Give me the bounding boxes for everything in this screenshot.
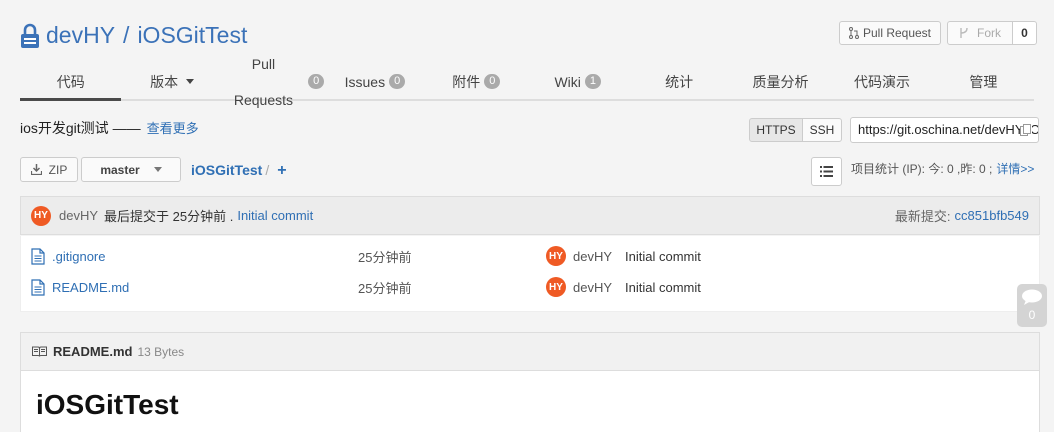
file-author-link[interactable]: devHY bbox=[573, 280, 612, 295]
tab-quality-label: 质量分析 bbox=[752, 73, 809, 90]
tab-issues[interactable]: Issues 0 bbox=[324, 64, 425, 99]
tab-stats-label: 统计 bbox=[665, 73, 694, 90]
wiki-count-badge: 1 bbox=[584, 74, 602, 89]
list-item: .gitignore 25分钟前 HY devHY Initial commit bbox=[21, 241, 1039, 271]
tab-manage[interactable]: 管理 bbox=[933, 64, 1034, 99]
avatar[interactable]: HY bbox=[546, 246, 566, 266]
stats-details-link[interactable]: 详情>> bbox=[996, 162, 1034, 176]
caret-down-icon bbox=[186, 79, 195, 84]
clone-url-text: https://git.oschina.net/devHY/iOSGitTest… bbox=[858, 122, 1038, 137]
speech-bubble-icon bbox=[1022, 289, 1042, 305]
file-commit-info: HY devHY Initial commit bbox=[546, 277, 701, 297]
file-list: .gitignore 25分钟前 HY devHY Initial commit… bbox=[20, 236, 1040, 312]
file-name-link[interactable]: .gitignore bbox=[52, 249, 105, 264]
repo-owner-link[interactable]: devHY bbox=[46, 22, 115, 49]
readme-heading: iOSGitTest bbox=[36, 389, 179, 420]
attachments-count-badge: 0 bbox=[484, 74, 501, 89]
file-time: 25分钟前 bbox=[358, 249, 412, 265]
pull-requests-count-badge: 0 bbox=[308, 74, 325, 89]
zip-download-button[interactable]: ZIP bbox=[20, 157, 78, 182]
tab-code[interactable]: 代码 bbox=[20, 64, 122, 101]
repo-nav: 代码 版本 Pull Requests 0 Issues 0 附件 0 Wiki 1 统… bbox=[20, 56, 1034, 108]
tab-wiki[interactable]: Wiki 1 bbox=[527, 64, 628, 99]
list-icon bbox=[820, 166, 833, 177]
repo-title: devHY / iOSGitTest bbox=[20, 22, 247, 49]
pull-request-label: Pull Request bbox=[862, 26, 932, 40]
comment-count: 0 bbox=[1028, 308, 1036, 322]
list-item: README.md 25分钟前 HY devHY Initial commit bbox=[21, 272, 1039, 302]
file-icon bbox=[31, 278, 45, 296]
description-more-link[interactable]: 查看更多 bbox=[147, 121, 199, 136]
readme-filename: README.md bbox=[53, 344, 133, 359]
breadcrumb: iOSGitTest / + bbox=[191, 162, 287, 180]
commit-author-link[interactable]: devHY bbox=[59, 208, 98, 223]
file-entry[interactable]: README.md bbox=[31, 278, 129, 296]
clone-url-field[interactable]: https://git.oschina.net/devHY/iOSGitTest… bbox=[850, 117, 1039, 143]
caret-down-icon bbox=[153, 167, 162, 172]
download-icon bbox=[30, 164, 42, 175]
list-view-button[interactable] bbox=[811, 157, 842, 186]
commit-hash-link[interactable]: cc851bfb549 bbox=[955, 208, 1029, 223]
copy-icon[interactable] bbox=[1020, 124, 1032, 136]
fork-label: Fork bbox=[977, 26, 1001, 40]
tab-pull-requests[interactable]: Pull Requests 0 bbox=[223, 56, 325, 108]
description-text: ios开发git测试 —— bbox=[20, 120, 141, 136]
ssh-button[interactable]: SSH bbox=[802, 118, 842, 142]
add-file-button[interactable]: + bbox=[277, 162, 286, 179]
file-commit-info: HY devHY Initial commit bbox=[546, 246, 701, 266]
file-commit-message-link[interactable]: Initial commit bbox=[625, 249, 701, 264]
breadcrumb-slash: / bbox=[265, 162, 270, 178]
project-stats: 项目统计 (IP): 今: 0 ,昨: 0 ; 详情>> bbox=[851, 160, 1034, 177]
stats-text: 项目统计 (IP): 今: 0 ,昨: 0 ; bbox=[851, 162, 993, 176]
https-button[interactable]: HTTPS bbox=[749, 118, 803, 142]
pull-request-icon bbox=[848, 27, 859, 39]
tab-issues-label: Issues bbox=[344, 73, 386, 90]
readme-panel: README.md 13 Bytes iOSGitTest bbox=[20, 332, 1040, 432]
issues-count-badge: 0 bbox=[389, 74, 406, 89]
tab-wiki-label: Wiki bbox=[554, 73, 581, 90]
breadcrumb-repo-link[interactable]: iOSGitTest bbox=[191, 162, 262, 178]
file-commit-message-link[interactable]: Initial commit bbox=[625, 280, 701, 295]
file-name-link[interactable]: README.md bbox=[52, 280, 129, 295]
tab-versions[interactable]: 版本 bbox=[121, 64, 222, 99]
commit-time-text: 最后提交于 25分钟前 . bbox=[104, 209, 234, 224]
branch-select[interactable]: master bbox=[81, 157, 181, 182]
tab-stats[interactable]: 统计 bbox=[628, 64, 729, 99]
fork-button[interactable]: Fork bbox=[947, 21, 1013, 45]
pull-request-button[interactable]: Pull Request bbox=[839, 21, 941, 45]
repo-separator: / bbox=[123, 22, 130, 48]
tab-pull-requests-label: Pull Requests bbox=[233, 55, 294, 108]
readme-header: README.md 13 Bytes bbox=[21, 333, 1039, 371]
fork-icon bbox=[960, 27, 968, 38]
file-icon bbox=[31, 247, 45, 265]
last-commit-bar: HY devHY 最后提交于 25分钟前 . Initial commit 最新… bbox=[20, 196, 1040, 235]
tab-code-label: 代码 bbox=[56, 73, 85, 90]
fork-count[interactable]: 0 bbox=[1012, 21, 1037, 45]
book-icon bbox=[32, 346, 47, 357]
file-entry[interactable]: .gitignore bbox=[31, 247, 105, 265]
zip-label: ZIP bbox=[48, 162, 68, 177]
latest-commit-label: 最新提交: bbox=[894, 209, 951, 224]
tab-demo-label: 代码演示 bbox=[853, 73, 910, 90]
file-author-link[interactable]: devHY bbox=[573, 249, 612, 264]
file-time: 25分钟前 bbox=[358, 280, 412, 296]
avatar[interactable]: HY bbox=[546, 277, 566, 297]
tab-quality[interactable]: 质量分析 bbox=[730, 64, 831, 99]
lock-icon bbox=[21, 23, 39, 48]
tab-demo[interactable]: 代码演示 bbox=[831, 64, 932, 99]
tab-attachments[interactable]: 附件 0 bbox=[426, 64, 527, 99]
tab-attachments-label: 附件 bbox=[452, 73, 481, 90]
comment-widget[interactable]: 0 bbox=[1017, 284, 1047, 327]
repo-description: ios开发git测试 —— 查看更多 bbox=[20, 118, 199, 138]
commit-message-link[interactable]: Initial commit bbox=[237, 208, 313, 223]
readme-size: 13 Bytes bbox=[137, 344, 185, 359]
tab-versions-label: 版本 bbox=[150, 73, 179, 90]
branch-label: master bbox=[100, 162, 140, 177]
avatar[interactable]: HY bbox=[31, 205, 51, 226]
tab-manage-label: 管理 bbox=[969, 73, 998, 90]
